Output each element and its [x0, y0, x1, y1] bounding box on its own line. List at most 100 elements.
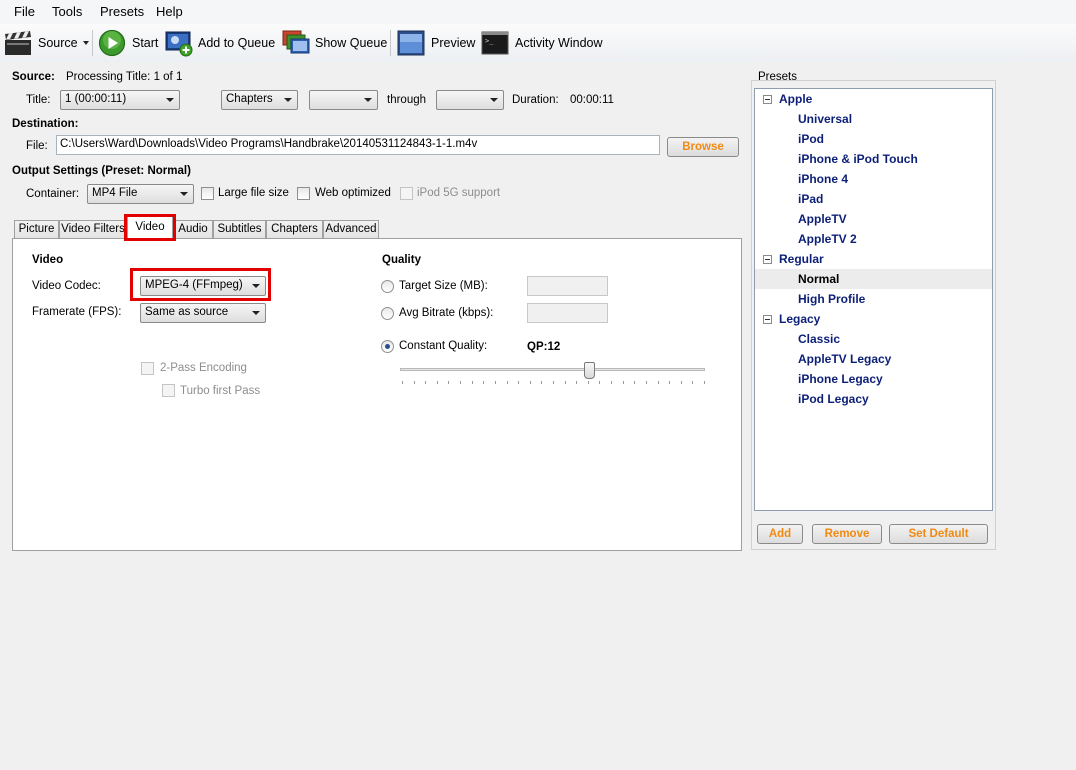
collapse-icon[interactable]: [763, 315, 772, 324]
container-select[interactable]: MP4 File: [87, 184, 194, 204]
slider-tick: [483, 381, 485, 384]
menu-file[interactable]: File: [14, 4, 35, 19]
target-size-input[interactable]: [527, 276, 608, 296]
output-settings-heading: Output Settings (Preset: Normal): [12, 165, 191, 177]
ipod-support-checkbox[interactable]: [400, 187, 413, 200]
source-heading: Source:: [12, 71, 55, 83]
slider-tick: [402, 381, 403, 384]
slider-tick: [436, 381, 438, 384]
slider-tick: [518, 381, 520, 384]
avg-bitrate-radio[interactable]: [381, 307, 394, 320]
two-pass-checkbox[interactable]: [141, 362, 154, 375]
web-optimized-checkbox[interactable]: [297, 187, 310, 200]
show-queue-button[interactable]: Show Queue: [281, 28, 387, 58]
preset-item[interactable]: iPhone & iPod Touch: [798, 152, 918, 166]
tab-video-filters[interactable]: Video Filters: [59, 220, 127, 239]
video-section-heading: Video: [32, 254, 64, 266]
menu-help[interactable]: Help: [156, 4, 183, 19]
add-queue-icon: [164, 29, 193, 57]
framerate-select[interactable]: Same as source: [140, 303, 266, 323]
target-size-label: Target Size (MB):: [399, 280, 488, 292]
quality-slider-thumb[interactable]: [584, 362, 596, 379]
target-size-radio[interactable]: [381, 280, 394, 293]
slider-tick: [622, 381, 624, 384]
play-icon: [98, 29, 126, 57]
preset-item-selected[interactable]: Normal: [798, 272, 839, 286]
ipod-support-label: iPod 5G support: [417, 187, 501, 199]
constant-quality-radio[interactable]: [381, 340, 394, 353]
through-label: through: [387, 94, 427, 106]
tab-subtitles[interactable]: Subtitles: [213, 220, 266, 239]
preset-group-legacy[interactable]: Legacy: [779, 312, 820, 326]
set-default-button[interactable]: Set Default: [889, 524, 988, 544]
quality-slider-track[interactable]: [400, 368, 705, 371]
large-file-checkbox[interactable]: [201, 187, 214, 200]
video-tab-panel: [12, 238, 742, 551]
preset-item[interactable]: iPod Legacy: [798, 392, 869, 406]
menu-presets[interactable]: Presets: [100, 4, 144, 19]
quality-section-heading: Quality: [382, 254, 421, 266]
preview-window-icon: [397, 29, 425, 57]
preset-item[interactable]: High Profile: [798, 292, 865, 306]
slider-tick: [494, 381, 496, 384]
chapters-mode-select[interactable]: Chapters: [221, 90, 298, 110]
remove-preset-button[interactable]: Remove: [812, 524, 882, 544]
preset-item[interactable]: AppleTV 2: [798, 232, 857, 246]
duration-label: Duration:: [512, 94, 559, 106]
collapse-icon[interactable]: [763, 95, 772, 104]
slider-tick: [704, 381, 705, 384]
slider-tick: [611, 381, 613, 384]
preview-button[interactable]: Preview: [397, 28, 475, 58]
preset-item[interactable]: Universal: [798, 112, 852, 126]
start-button[interactable]: Start: [98, 28, 158, 58]
slider-tick: [599, 381, 601, 384]
avg-bitrate-input[interactable]: [527, 303, 608, 323]
two-pass-label: 2-Pass Encoding: [160, 362, 247, 374]
source-button[interactable]: Source: [4, 28, 89, 58]
preset-item[interactable]: AppleTV Legacy: [798, 352, 891, 366]
preset-item[interactable]: iPhone Legacy: [798, 372, 883, 386]
turbo-first-pass-checkbox[interactable]: [162, 384, 175, 397]
slider-tick: [680, 381, 682, 384]
title-label: Title:: [26, 94, 51, 106]
toolbar-separator: [92, 30, 93, 56]
preset-item[interactable]: iPad: [798, 192, 823, 206]
add-to-queue-button[interactable]: Add to Queue: [164, 28, 275, 58]
collapse-icon[interactable]: [763, 255, 772, 264]
browse-button[interactable]: Browse: [667, 137, 739, 157]
avg-bitrate-label: Avg Bitrate (kbps):: [399, 307, 494, 319]
preset-item[interactable]: iPod: [798, 132, 824, 146]
source-label: Source: [38, 36, 78, 50]
tab-picture[interactable]: Picture: [14, 220, 59, 239]
chevron-down-icon: [284, 98, 292, 102]
add-preset-button[interactable]: Add: [757, 524, 803, 544]
highlight-video-tab: [124, 214, 176, 241]
tab-audio[interactable]: Audio: [173, 220, 213, 239]
preset-group-apple[interactable]: Apple: [779, 92, 812, 106]
chevron-down-icon: [490, 98, 498, 102]
file-path-input[interactable]: C:\Users\Ward\Downloads\Video Programs\H…: [56, 135, 660, 155]
activity-window-label: Activity Window: [515, 36, 603, 50]
preset-item[interactable]: AppleTV: [798, 212, 847, 226]
preset-group-regular[interactable]: Regular: [779, 252, 824, 266]
title-select[interactable]: 1 (00:00:11): [60, 90, 180, 110]
preset-item[interactable]: iPhone 4: [798, 172, 848, 186]
start-chapter-select[interactable]: [309, 90, 378, 110]
video-codec-label: Video Codec:: [32, 280, 101, 292]
queue-stack-icon: [281, 29, 310, 57]
tab-advanced[interactable]: Advanced: [323, 220, 379, 239]
tab-chapters[interactable]: Chapters: [266, 220, 323, 239]
title-select-value: 1 (00:00:11): [65, 93, 127, 105]
menu-tools[interactable]: Tools: [52, 4, 82, 19]
activity-window-button[interactable]: >_ Activity Window: [481, 28, 603, 58]
preset-item[interactable]: Classic: [798, 332, 840, 346]
framerate-label: Framerate (FPS):: [32, 306, 122, 318]
slider-tick: [553, 381, 554, 384]
slider-tick: [541, 381, 543, 384]
highlight-video-codec: [130, 268, 271, 301]
file-label: File:: [26, 140, 48, 152]
duration-value: 00:00:11: [570, 94, 614, 106]
clapperboard-icon: [4, 29, 32, 57]
end-chapter-select[interactable]: [436, 90, 504, 110]
terminal-icon: >_: [481, 29, 509, 57]
